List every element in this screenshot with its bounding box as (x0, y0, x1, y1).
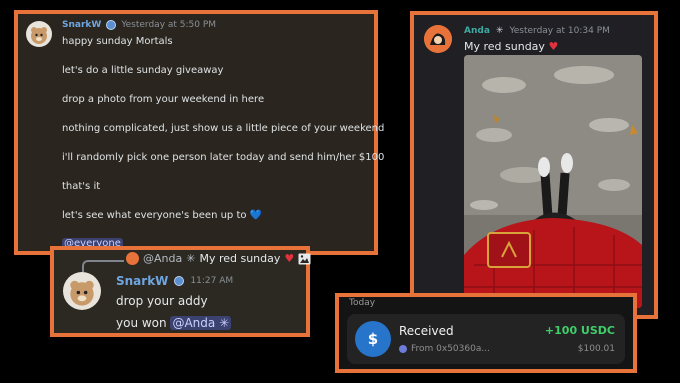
message-photo: Anda ✳ Yesterday at 10:34 PM My red sund… (410, 11, 658, 319)
reply-connector (82, 260, 124, 272)
ethereum-icon (399, 345, 407, 353)
message-line: let's see what everyone's been up to 💙 (62, 210, 262, 221)
transaction-usd-value: $100.01 (577, 344, 615, 354)
message-line: let's do a little sunday giveaway (62, 65, 224, 76)
transaction-from: From 0x50360a... (399, 344, 490, 354)
transaction-amount: +100 USDC (544, 324, 615, 337)
avatar-snarkw[interactable] (63, 272, 101, 310)
red-heart-icon: ♥ (284, 252, 295, 265)
message-line: drop a photo from your weekend in here (62, 94, 265, 105)
reply-text: My red sunday (199, 252, 281, 265)
verified-badge-icon (174, 276, 185, 286)
message-line: My red sunday ♥ (464, 40, 558, 53)
message-line: i'll randomly pick one person later toda… (62, 152, 385, 163)
reply-username: @Anda (143, 252, 183, 265)
reply-reference[interactable]: @Anda ✳ My red sunday ♥ (126, 252, 311, 265)
message-line: nothing complicated, just show us a litt… (62, 123, 385, 134)
message-line: you won @Anda ✳ (116, 316, 232, 330)
message-giveaway: SnarkW Yesterday at 5:50 PM happy sunday… (14, 10, 384, 255)
wallet-transaction: Today $ Received From 0x50360a... +100 U… (335, 293, 637, 373)
username[interactable]: Anda (464, 26, 490, 36)
sparkle-icon: ✳ (495, 26, 504, 36)
usdc-coin-icon: $ (355, 321, 391, 357)
username[interactable]: SnarkW (116, 274, 168, 288)
mention-anda[interactable]: @Anda ✳ (170, 316, 232, 330)
section-date: Today (349, 298, 376, 308)
transaction-card[interactable]: $ Received From 0x50360a... +100 USDC $1… (347, 314, 625, 364)
from-address: From 0x50360a... (411, 344, 490, 354)
image-icon (298, 253, 311, 264)
timestamp: Yesterday at 5:50 PM (121, 20, 217, 30)
timestamp: Yesterday at 10:34 PM (509, 26, 610, 36)
username[interactable]: SnarkW (62, 20, 101, 30)
attached-photo[interactable] (464, 55, 642, 308)
avatar-anda-small (126, 252, 139, 265)
mention-text: @Anda (172, 316, 216, 330)
red-heart-icon: ♥ (548, 40, 559, 53)
avatar-snarkw[interactable] (26, 21, 52, 47)
message-line: happy sunday Mortals (62, 36, 173, 47)
message-reply: @Anda ✳ My red sunday ♥ SnarkW 11:27 AM … (50, 246, 311, 337)
avatar-anda[interactable] (424, 25, 452, 53)
message-line: that's it (62, 181, 101, 192)
blue-heart-icon: 💙 (249, 210, 263, 221)
message-line: drop your addy (116, 294, 208, 308)
transaction-title: Received (399, 324, 454, 338)
message-text: My red sunday (464, 40, 545, 53)
sparkle-icon: ✳ (186, 252, 196, 265)
sparkle-icon: ✳ (219, 316, 230, 330)
verified-badge-icon (106, 20, 117, 30)
message-text: let's see what everyone's been up to (62, 210, 247, 221)
timestamp: 11:27 AM (190, 276, 234, 286)
message-text: you won (116, 316, 167, 330)
